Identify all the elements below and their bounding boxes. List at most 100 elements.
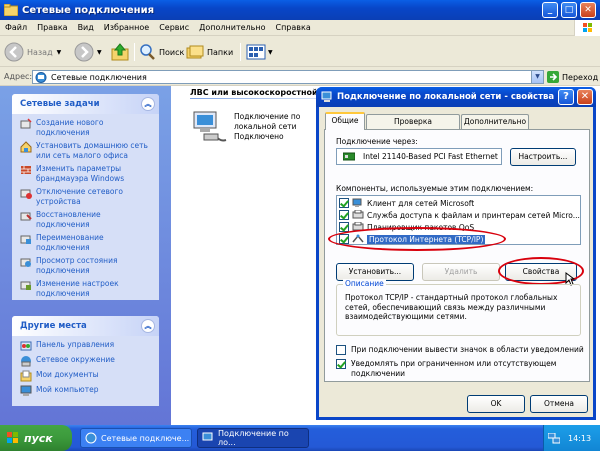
go-label: Переход xyxy=(562,72,599,82)
my-documents-icon xyxy=(20,370,32,382)
network-neighborhood-icon xyxy=(20,355,32,367)
component-label: Клиент для сетей Microsoft xyxy=(367,198,475,208)
components-label: Компоненты, используемые этим подключени… xyxy=(336,184,534,193)
address-bar: Адрес: Сетевые подключения ▼ Переход xyxy=(0,68,600,86)
other-places-panel: Другие места ︽ Панель управления Сетевое… xyxy=(12,316,159,406)
search-icon xyxy=(138,43,156,61)
task-label: Установить домашнюю сеть или сеть малого… xyxy=(36,141,148,160)
place-my-documents[interactable]: Мои документы xyxy=(20,370,153,382)
dialog-titlebar[interactable]: Подключение по локальной сети - свойства… xyxy=(316,87,596,107)
checkbox-box[interactable] xyxy=(336,345,346,355)
views-icon xyxy=(246,43,266,61)
configure-button[interactable]: Настроить... xyxy=(510,148,576,166)
checkbox-label: При подключении вывести значок в области… xyxy=(351,345,584,354)
menu-edit[interactable]: Правка xyxy=(32,23,72,32)
clock[interactable]: 14:13 xyxy=(568,434,591,443)
taskbar-item-lan-properties[interactable]: Подключение по ло... xyxy=(197,428,309,448)
task-change-settings[interactable]: Изменение настроек подключения xyxy=(20,279,153,299)
minimize-button[interactable]: _ xyxy=(542,2,558,18)
checkbox-label: Уведомлять при ограниченном или отсутств… xyxy=(351,359,557,378)
up-folder-button[interactable] xyxy=(110,41,130,63)
control-panel-icon xyxy=(20,340,32,352)
place-network-neighborhood[interactable]: Сетевое окружение xyxy=(20,355,153,367)
help-button[interactable]: ? xyxy=(558,89,574,105)
menu-favorites[interactable]: Избранное xyxy=(99,23,154,32)
task-label: Изменить параметры брандмауэра Windows xyxy=(36,164,125,183)
address-input[interactable]: Сетевые подключения ▼ xyxy=(32,70,544,84)
address-dropdown-button[interactable]: ▼ xyxy=(531,71,543,83)
back-arrow-icon xyxy=(4,42,24,62)
menu-tools[interactable]: Сервис xyxy=(154,23,194,32)
network-tasks-header[interactable]: Сетевые задачи ︽ xyxy=(12,94,159,114)
task-rename-connection[interactable]: Переименование подключения xyxy=(20,233,153,253)
chevron-down-icon: ▼ xyxy=(268,48,273,56)
tab-advanced[interactable]: Дополнительно xyxy=(461,114,529,129)
toolbar: Назад ▼ ▼ Поиск Папки ▼ xyxy=(0,37,600,67)
forward-arrow-icon xyxy=(74,42,94,62)
place-control-panel[interactable]: Панель управления xyxy=(20,340,153,352)
maximize-button[interactable]: □ xyxy=(561,2,577,18)
new-connection-icon xyxy=(20,118,32,130)
taskbar: пуск Сетевые подключе... Подключение по … xyxy=(0,425,600,451)
component-item[interactable]: Клиент для сетей Microsoft xyxy=(339,197,474,209)
folders-button[interactable]: Папки xyxy=(186,41,233,63)
start-label: пуск xyxy=(24,431,53,445)
component-label: Служба доступа к файлам и принтерам сете… xyxy=(367,210,580,220)
lan-connection-item[interactable]: Подключение по локальной сети Подключено xyxy=(190,110,330,150)
menu-advanced[interactable]: Дополнительно xyxy=(194,23,270,32)
network-tasks-title: Сетевые задачи xyxy=(20,99,100,109)
menu-help[interactable]: Справка xyxy=(270,23,315,32)
menu-file[interactable]: Файл xyxy=(0,23,32,32)
place-label: Мои документы xyxy=(36,370,99,379)
network-tray-icon[interactable] xyxy=(548,432,560,444)
go-button[interactable]: Переход xyxy=(547,70,598,84)
views-button[interactable]: ▼ xyxy=(246,41,273,63)
lan-connection-icon xyxy=(321,91,333,103)
task-view-status[interactable]: Просмотр состояния подключения xyxy=(20,256,153,276)
collapse-icon[interactable]: ︽ xyxy=(141,319,155,333)
task-home-network[interactable]: Установить домашнюю сеть или сеть малого… xyxy=(20,141,153,161)
windows-logo-icon xyxy=(574,20,600,36)
taskbar-item-network-connections[interactable]: Сетевые подключе... xyxy=(80,428,192,448)
home-network-icon xyxy=(20,141,32,153)
task-label: Восстановление подключения xyxy=(36,210,101,229)
tab-general[interactable]: Общие xyxy=(325,112,365,130)
dialog-close-button[interactable]: ✕ xyxy=(577,89,593,105)
task-repair-connection[interactable]: Восстановление подключения xyxy=(20,210,153,230)
component-checkbox[interactable] xyxy=(339,198,349,208)
component-checkbox[interactable] xyxy=(339,210,349,220)
task-disable-device[interactable]: Отключение сетевого устройства xyxy=(20,187,153,207)
cancel-button[interactable]: Отмена xyxy=(530,395,588,413)
search-button[interactable]: Поиск xyxy=(138,41,184,63)
search-label: Поиск xyxy=(159,47,185,57)
highlight-ellipse-tcpip xyxy=(328,227,506,251)
service-icon xyxy=(352,210,364,220)
notify-limited-checkbox[interactable]: Уведомлять при ограниченном или отсутств… xyxy=(336,359,584,378)
menu-view[interactable]: Вид xyxy=(73,23,99,32)
task-create-connection[interactable]: Создание нового подключения xyxy=(20,118,153,138)
close-button[interactable]: ✕ xyxy=(580,2,596,18)
back-label: Назад xyxy=(27,47,53,57)
component-item[interactable]: Служба доступа к файлам и принтерам сете… xyxy=(339,209,580,221)
window-titlebar[interactable]: Сетевые подключения _ □ ✕ xyxy=(0,0,600,20)
task-label: Создание нового подключения xyxy=(36,118,104,137)
chevron-down-icon: ▼ xyxy=(56,48,62,56)
place-label: Мой компьютер xyxy=(36,385,99,394)
tab-authentication[interactable]: Проверка подлинности xyxy=(366,114,460,139)
place-my-computer[interactable]: Мой компьютер xyxy=(20,385,153,397)
chevron-down-icon: ▼ xyxy=(97,48,102,56)
network-tasks-panel: Сетевые задачи ︽ Создание нового подключ… xyxy=(12,94,159,300)
forward-button[interactable]: ▼ xyxy=(74,41,102,63)
notify-icon-checkbox[interactable]: При подключении вывести значок в области… xyxy=(336,345,584,355)
network-connections-icon xyxy=(85,432,97,444)
back-button[interactable]: Назад ▼ xyxy=(4,41,61,63)
task-firewall[interactable]: Изменить параметры брандмауэра Windows xyxy=(20,164,153,184)
status-icon xyxy=(20,256,32,268)
other-places-header[interactable]: Другие места ︽ xyxy=(12,316,159,336)
place-label: Сетевое окружение xyxy=(36,355,115,364)
task-label: Просмотр состояния подключения xyxy=(36,256,118,275)
checkbox-box[interactable] xyxy=(336,359,346,369)
ok-button[interactable]: OK xyxy=(467,395,525,413)
start-button[interactable]: пуск xyxy=(0,425,72,451)
collapse-icon[interactable]: ︽ xyxy=(141,97,155,111)
